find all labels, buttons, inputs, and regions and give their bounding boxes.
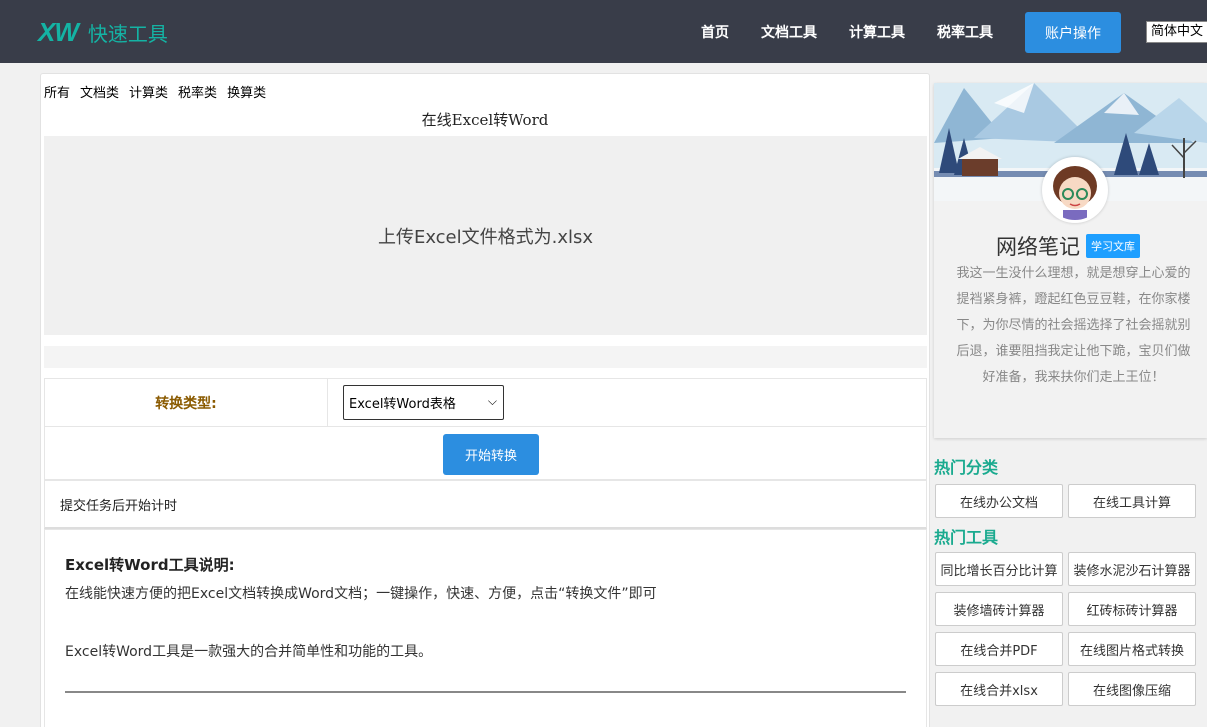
category-tax[interactable]: 税率类 — [178, 82, 217, 101]
hot-tool-image-format[interactable]: 在线图片格式转换 — [1068, 632, 1196, 666]
nav-calc-tools[interactable]: 计算工具 — [849, 0, 905, 63]
top-navbar: XW 快速工具 首页 文档工具 计算工具 税率工具 账户操作 简体中文 — [0, 0, 1207, 63]
type-label: 转换类型: — [45, 379, 328, 427]
category-tabs: 所有 文档类 计算类 税率类 换算类 — [44, 82, 266, 101]
hot-tools-title: 热门工具 — [934, 528, 999, 547]
progress-strip — [44, 346, 927, 368]
category-document[interactable]: 文档类 — [80, 82, 119, 101]
timer-status: 提交任务后开始计时 — [44, 480, 927, 529]
profile-bio: 我这一生没什么理想，就是想穿上心爱的提裆紧身裤，蹬起红色豆豆鞋，在你家楼下，为你… — [956, 266, 1191, 385]
language-select[interactable]: 简体中文 — [1146, 21, 1207, 43]
hot-tool-wall-tile[interactable]: 装修墙砖计算器 — [935, 592, 1063, 626]
hot-tool-cement-sand[interactable]: 装修水泥沙石计算器 — [1068, 552, 1196, 586]
logo-mark: XW — [38, 17, 79, 47]
page-title: 在线Excel转Word — [421, 111, 549, 129]
hot-tool-merge-xlsx[interactable]: 在线合并xlsx — [935, 672, 1063, 706]
timer-text: 提交任务后开始计时 — [60, 498, 178, 514]
profile-name: 网络笔记 — [996, 235, 1080, 259]
type-select[interactable]: Excel转Word表格 ⌵ — [343, 385, 504, 420]
profile-tag[interactable]: 学习文库 — [1086, 234, 1140, 258]
hot-category-calc[interactable]: 在线工具计算 — [1068, 484, 1196, 518]
description-line-1: 在线能快速方便的把Excel文档转换成Word文档；一键操作，快速、方便，点击“… — [65, 586, 657, 602]
divider — [65, 691, 906, 693]
nav-tax-tools[interactable]: 税率工具 — [937, 0, 993, 63]
category-calc[interactable]: 计算类 — [129, 82, 168, 101]
hot-tool-red-brick[interactable]: 红砖标砖计算器 — [1068, 592, 1196, 626]
start-convert-button[interactable]: 开始转换 — [443, 434, 539, 475]
upload-area[interactable]: 上传Excel文件格式为.xlsx — [44, 136, 927, 335]
type-select-value: Excel转Word表格 — [349, 397, 456, 412]
account-button[interactable]: 账户操作 — [1025, 12, 1121, 53]
site-logo[interactable]: XW 快速工具 — [38, 17, 168, 48]
logo-text: 快速工具 — [87, 22, 168, 46]
nav-home[interactable]: 首页 — [701, 0, 729, 63]
description-heading: Excel转Word工具说明: — [65, 556, 235, 574]
hot-tool-yoy-percent[interactable]: 同比增长百分比计算 — [935, 552, 1063, 586]
category-all[interactable]: 所有 — [44, 82, 70, 101]
profile-card: 网络笔记 学习文库 我这一生没什么理想，就是想穿上心爱的提裆紧身裤，蹬起红色豆豆… — [934, 83, 1207, 438]
hot-category-office[interactable]: 在线办公文档 — [935, 484, 1063, 518]
main-panel: 所有 文档类 计算类 税率类 换算类 在线Excel转Word 上传Excel文… — [40, 73, 930, 727]
profile-name-row: 网络笔记 学习文库 — [996, 231, 1140, 261]
form-row-type: 转换类型: Excel转Word表格 ⌵ — [45, 379, 926, 427]
hot-tool-image-compress[interactable]: 在线图像压缩 — [1068, 672, 1196, 706]
convert-form: 转换类型: Excel转Word表格 ⌵ 开始转换 — [44, 378, 927, 480]
upload-text: 上传Excel文件格式为.xlsx — [377, 226, 594, 248]
avatar[interactable] — [1042, 157, 1108, 223]
hot-tool-merge-pdf[interactable]: 在线合并PDF — [935, 632, 1063, 666]
hot-categories-title: 热门分类 — [934, 458, 999, 477]
nav-document-tools[interactable]: 文档工具 — [761, 0, 817, 63]
tool-description: Excel转Word工具说明: 在线能快速方便的把Excel文档转换成Word文… — [44, 529, 927, 727]
category-convert[interactable]: 换算类 — [227, 82, 266, 101]
chevron-down-icon: ⌵ — [487, 394, 497, 408]
description-line-2: Excel转Word工具是一款强大的合并简单性和功能的工具。 — [65, 644, 433, 660]
